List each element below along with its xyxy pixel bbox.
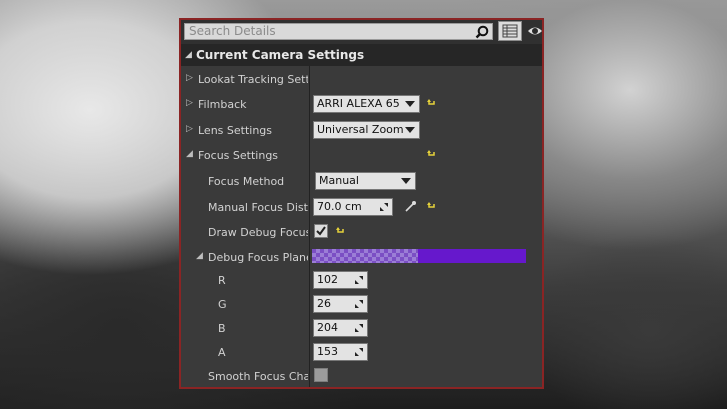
property-matrix-button[interactable] [498,21,522,41]
row-color-g: G 26 [181,293,542,317]
b-field[interactable]: 204 [313,319,368,337]
r-label: R [218,274,226,287]
draw-debug-label: Draw Debug Focus Plane [208,226,308,239]
row-lookat-tracking[interactable]: ▷ Lookat Tracking Settings [181,68,542,92]
color-swatch[interactable] [312,249,526,263]
grid-icon [502,24,518,38]
spin-arrows-icon[interactable] [354,323,364,333]
manual-focus-distance-label: Manual Focus Distance [208,201,308,214]
g-field[interactable]: 26 [313,295,368,313]
row-debug-focus-plane-color: ◢ Debug Focus Plane Color [181,246,542,270]
a-label: A [218,346,226,359]
reset-to-default-icon[interactable] [426,149,436,159]
filmback-value: ARRI ALEXA 65 [317,97,400,110]
reset-to-default-icon[interactable] [426,98,436,108]
row-color-r: R 102 [181,269,542,293]
search-placeholder: Search Details [189,24,276,38]
spin-arrows-icon[interactable] [354,299,364,309]
b-value: 204 [317,321,338,334]
reset-to-default-icon[interactable] [426,201,436,211]
g-label: G [218,298,227,311]
g-value: 26 [317,297,331,310]
row-smooth-focus-changes: Smooth Focus Changes [181,365,542,389]
focus-method-dropdown[interactable]: Manual [315,172,416,190]
focus-distance-value: 70.0 cm [317,200,362,213]
smooth-focus-label: Smooth Focus Changes [208,370,308,383]
category-header[interactable]: ◢ Current Camera Settings [181,44,542,66]
eye-icon[interactable] [527,24,543,38]
expand-arrow-icon[interactable]: ▷ [186,124,193,134]
a-field[interactable]: 153 [313,343,368,361]
lens-dropdown[interactable]: Universal Zoom [313,121,420,139]
collapse-arrow-icon[interactable]: ◢ [186,149,193,159]
row-focus-method: Focus Method Manual [181,170,542,194]
row-color-a: A 153 [181,341,542,365]
details-toolbar: Search Details [181,20,542,44]
filmback-label: Filmback [198,98,247,111]
expand-arrow-icon[interactable]: ▷ [186,73,193,83]
lookat-label: Lookat Tracking Settings [198,73,308,86]
spin-arrows-icon[interactable] [379,202,389,212]
lens-label: Lens Settings [198,124,273,137]
row-manual-focus-distance: Manual Focus Distance 70.0 cm [181,196,542,220]
collapse-arrow-icon[interactable]: ◢ [196,251,203,261]
row-focus-settings[interactable]: ◢ Focus Settings [181,144,542,168]
category-title: Current Camera Settings [196,48,365,62]
chevron-down-icon [405,127,415,133]
eyedropper-icon[interactable] [405,200,417,212]
focus-settings-label: Focus Settings [198,149,279,162]
a-value: 153 [317,345,338,358]
draw-debug-checkbox[interactable] [314,224,328,238]
lens-value: Universal Zoom [317,123,404,136]
row-filmback: ▷ Filmback ARRI ALEXA 65 [181,93,542,117]
checkmark-icon [316,226,326,236]
expand-arrow-icon[interactable]: ▷ [186,98,193,108]
chevron-down-icon [401,178,411,184]
debug-color-label: Debug Focus Plane Color [208,251,308,264]
details-panel: Search Details ◢ Current Camera Settings [179,18,544,389]
collapse-arrow-icon[interactable]: ◢ [185,44,192,66]
focus-method-label: Focus Method [208,175,285,188]
row-draw-debug-focus-plane: Draw Debug Focus Plane [181,221,542,245]
search-input[interactable]: Search Details [184,23,493,40]
spin-arrows-icon[interactable] [354,347,364,357]
reset-to-default-icon[interactable] [335,226,345,236]
smooth-focus-checkbox[interactable] [314,368,328,382]
r-field[interactable]: 102 [313,271,368,289]
filmback-dropdown[interactable]: ARRI ALEXA 65 [313,95,420,113]
row-lens-settings: ▷ Lens Settings Universal Zoom [181,119,542,143]
r-value: 102 [317,273,338,286]
search-icon[interactable] [475,25,489,39]
focus-distance-field[interactable]: 70.0 cm [313,198,393,216]
alpha-checker-pattern [312,249,418,263]
spin-arrows-icon[interactable] [354,275,364,285]
focus-method-value: Manual [319,174,359,187]
chevron-down-icon [405,101,415,107]
row-color-b: B 204 [181,317,542,341]
b-label: B [218,322,226,335]
